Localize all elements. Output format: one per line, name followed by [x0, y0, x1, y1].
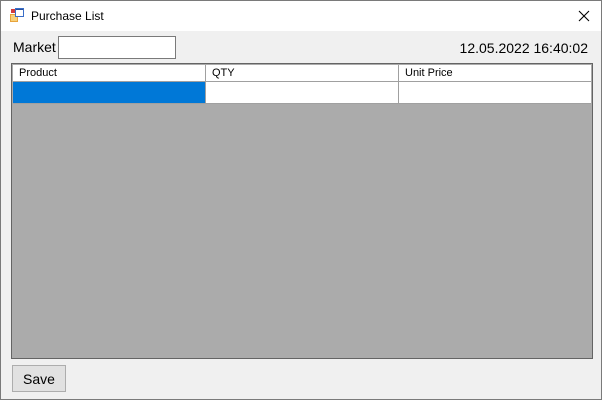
window-title: Purchase List [31, 9, 104, 23]
purchase-list-window: Purchase List Market 12.05.2022 16:40:02… [0, 0, 602, 400]
cell-qty[interactable] [206, 82, 399, 104]
title-bar[interactable]: Purchase List [1, 1, 601, 31]
close-icon [578, 10, 590, 22]
market-input[interactable] [58, 36, 176, 59]
cell-unit-price[interactable] [399, 82, 591, 104]
table-row[interactable] [13, 82, 591, 104]
cell-product[interactable] [13, 82, 206, 104]
column-header-unit-price[interactable]: Unit Price [399, 65, 591, 82]
purchase-grid[interactable]: Product QTY Unit Price [11, 63, 593, 359]
grid-header: Product QTY Unit Price [13, 65, 591, 82]
app-icon [10, 8, 24, 22]
column-header-qty[interactable]: QTY [206, 65, 399, 82]
datetime-label: 12.05.2022 16:40:02 [459, 40, 588, 56]
market-label: Market [13, 39, 56, 55]
column-header-product[interactable]: Product [13, 65, 206, 82]
save-button[interactable]: Save [12, 365, 66, 392]
close-button[interactable] [567, 1, 601, 31]
